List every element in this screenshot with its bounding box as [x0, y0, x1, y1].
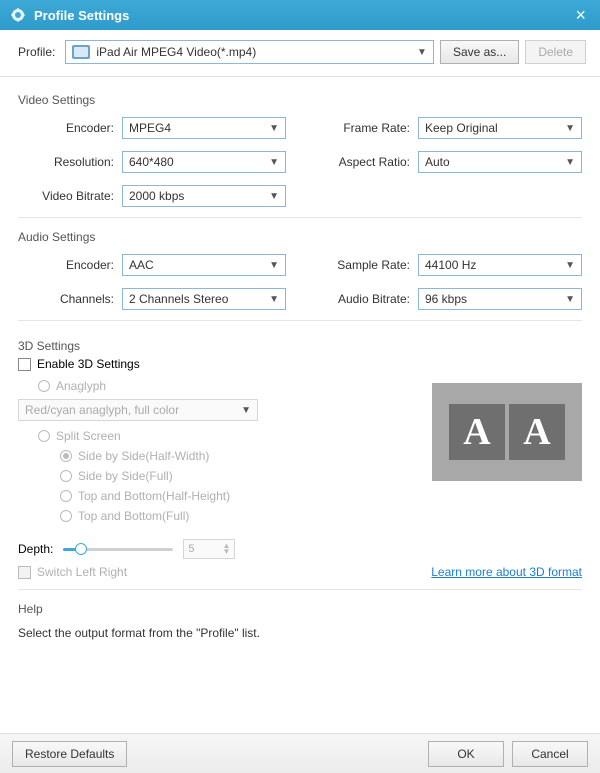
chevron-down-icon: ▼	[269, 294, 279, 305]
profile-select[interactable]: iPad Air MPEG4 Video(*.mp4) ▼	[65, 40, 434, 64]
profile-bar: Profile: iPad Air MPEG4 Video(*.mp4) ▼ S…	[0, 30, 600, 77]
chevron-down-icon: ▼	[269, 191, 279, 202]
resolution-label: Resolution:	[18, 155, 114, 169]
audio-bitrate-label: Audio Bitrate:	[314, 292, 410, 306]
restore-defaults-button[interactable]: Restore Defaults	[12, 741, 127, 767]
chevron-down-icon: ▼	[269, 260, 279, 271]
preview-right-a: A	[509, 404, 565, 460]
chevron-down-icon: ▼	[417, 47, 427, 58]
sbs-half-radio	[60, 450, 72, 462]
learn-more-link[interactable]: Learn more about 3D format	[431, 565, 582, 579]
audio-encoder-label: Encoder:	[18, 258, 114, 272]
app-icon	[10, 7, 26, 23]
help-section-title: Help	[18, 602, 582, 616]
resolution-select[interactable]: 640*480▼	[122, 151, 286, 173]
dialog-body: Video Settings Encoder: MPEG4▼ Frame Rat…	[0, 77, 600, 733]
threeD-section-title: 3D Settings	[18, 339, 582, 353]
divider	[18, 589, 582, 590]
channels-label: Channels:	[18, 292, 114, 306]
anaglyph-mode-select: Red/cyan anaglyph, full color▼	[18, 399, 258, 421]
switch-lr-label: Switch Left Right	[37, 565, 127, 579]
chevron-down-icon: ▼	[269, 157, 279, 168]
tb-half-radio	[60, 490, 72, 502]
sample-rate-label: Sample Rate:	[314, 258, 410, 272]
chevron-down-icon: ▼	[565, 157, 575, 168]
tb-half-label: Top and Bottom(Half-Height)	[78, 489, 230, 503]
frame-rate-label: Frame Rate:	[314, 121, 410, 135]
window-title: Profile Settings	[34, 8, 129, 23]
aspect-ratio-label: Aspect Ratio:	[314, 155, 410, 169]
aspect-ratio-select[interactable]: Auto▼	[418, 151, 582, 173]
ipad-icon	[72, 45, 90, 59]
ok-button[interactable]: OK	[428, 741, 504, 767]
audio-section-title: Audio Settings	[18, 230, 582, 244]
titlebar: Profile Settings ×	[0, 0, 600, 30]
chevron-down-icon: ▼	[565, 294, 575, 305]
anaglyph-label: Anaglyph	[56, 379, 106, 393]
profile-label: Profile:	[18, 45, 55, 59]
profile-settings-window: Profile Settings × Profile: iPad Air MPE…	[0, 0, 600, 773]
split-screen-label: Split Screen	[56, 429, 121, 443]
tb-full-radio	[60, 510, 72, 522]
sbs-full-radio	[60, 470, 72, 482]
switch-lr-checkbox	[18, 566, 31, 579]
chevron-down-icon: ▼	[269, 123, 279, 134]
channels-select[interactable]: 2 Channels Stereo▼	[122, 288, 286, 310]
save-as-button[interactable]: Save as...	[440, 40, 519, 64]
chevron-down-icon: ▼	[565, 123, 575, 134]
cancel-button[interactable]: Cancel	[512, 741, 588, 767]
enable-3d-checkbox[interactable]	[18, 358, 31, 371]
chevron-down-icon: ▼	[565, 260, 575, 271]
video-encoder-label: Encoder:	[18, 121, 114, 135]
chevron-down-icon: ▼	[241, 405, 251, 416]
depth-spinner: 5 ▲▼	[183, 539, 235, 559]
video-section-title: Video Settings	[18, 93, 582, 107]
threeD-preview: A A	[432, 383, 582, 481]
audio-encoder-select[interactable]: AAC▼	[122, 254, 286, 276]
close-icon[interactable]: ×	[571, 5, 590, 26]
divider	[18, 320, 582, 321]
enable-3d-label: Enable 3D Settings	[37, 357, 140, 371]
profile-value: iPad Air MPEG4 Video(*.mp4)	[96, 45, 411, 59]
sample-rate-select[interactable]: 44100 Hz▼	[418, 254, 582, 276]
video-bitrate-label: Video Bitrate:	[18, 189, 114, 203]
sbs-half-label: Side by Side(Half-Width)	[78, 449, 209, 463]
tb-full-label: Top and Bottom(Full)	[78, 509, 189, 523]
anaglyph-radio	[38, 380, 50, 392]
split-screen-radio	[38, 430, 50, 442]
depth-label: Depth:	[18, 542, 53, 556]
help-text: Select the output format from the "Profi…	[18, 626, 582, 640]
frame-rate-select[interactable]: Keep Original▼	[418, 117, 582, 139]
video-bitrate-select[interactable]: 2000 kbps▼	[122, 185, 286, 207]
divider	[18, 217, 582, 218]
preview-left-a: A	[449, 404, 505, 460]
chevron-down-icon: ▼	[222, 549, 230, 555]
sbs-full-label: Side by Side(Full)	[78, 469, 173, 483]
depth-slider	[63, 541, 173, 557]
footer: Restore Defaults OK Cancel	[0, 733, 600, 773]
video-encoder-select[interactable]: MPEG4▼	[122, 117, 286, 139]
delete-button: Delete	[525, 40, 586, 64]
audio-bitrate-select[interactable]: 96 kbps▼	[418, 288, 582, 310]
